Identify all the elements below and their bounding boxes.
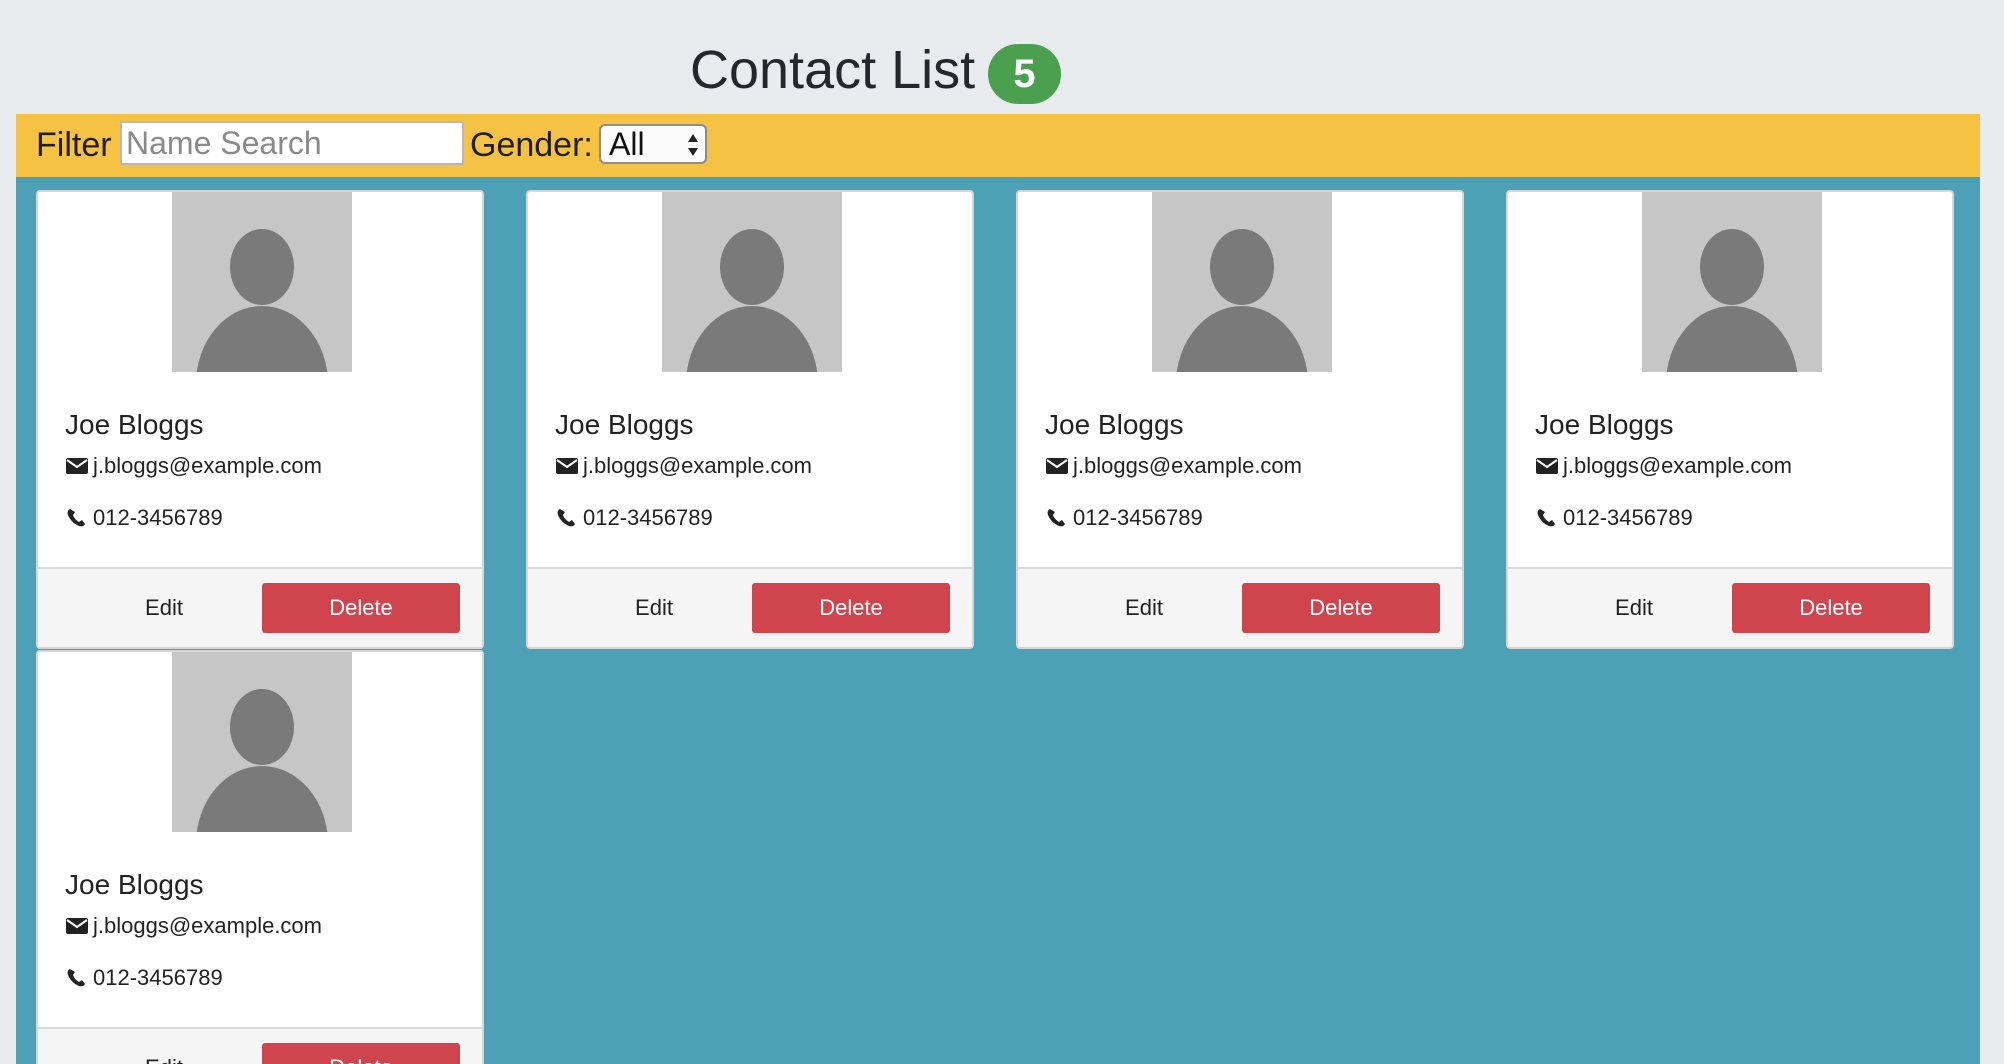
phone-icon [557, 509, 575, 527]
edit-button[interactable]: Edit [1536, 583, 1732, 633]
person-silhouette-icon [1176, 229, 1308, 372]
contact-card: Joe Bloggs j.bloggs@example.com 012-3456… [1016, 190, 1464, 649]
card-footer: Edit Delete [528, 567, 972, 647]
contact-email-text: j.bloggs@example.com [93, 913, 322, 938]
contact-card: Joe Bloggs j.bloggs@example.com 012-3456… [1506, 190, 1954, 649]
card-footer: Edit Delete [38, 567, 482, 647]
delete-button[interactable]: Delete [1732, 583, 1930, 633]
gender-select-value: All [609, 126, 645, 162]
delete-button[interactable]: Delete [262, 1043, 460, 1064]
contact-email: j.bloggs@example.com [65, 911, 322, 941]
edit-button[interactable]: Edit [556, 583, 752, 633]
person-silhouette-icon [196, 229, 328, 372]
avatar [172, 652, 352, 832]
phone-icon [1047, 509, 1065, 527]
contact-name: Joe Bloggs [65, 409, 204, 440]
contact-phone: 012-3456789 [555, 503, 713, 533]
delete-button[interactable]: Delete [752, 583, 950, 633]
person-silhouette-icon [196, 689, 328, 832]
avatar [172, 192, 352, 372]
avatar [1642, 192, 1822, 372]
contact-name: Joe Bloggs [65, 869, 204, 900]
person-silhouette-icon [1666, 229, 1798, 372]
phone-icon [67, 969, 85, 987]
page-header: Contact List 5 [0, 0, 2004, 113]
contact-email: j.bloggs@example.com [555, 451, 812, 481]
envelope-icon [66, 458, 88, 474]
contact-phone-text: 012-3456789 [583, 505, 713, 530]
contact-name: Joe Bloggs [555, 409, 694, 440]
phone-icon [67, 509, 85, 527]
gender-label: Gender: [470, 126, 593, 164]
contact-email: j.bloggs@example.com [1535, 451, 1792, 481]
select-arrows-icon [688, 134, 698, 156]
contact-card: Joe Bloggs j.bloggs@example.com 012-3456… [526, 190, 974, 649]
edit-button[interactable]: Edit [1046, 583, 1242, 633]
delete-button[interactable]: Delete [262, 583, 460, 633]
avatar [662, 192, 842, 372]
gender-select[interactable]: All [599, 124, 707, 164]
envelope-icon [66, 918, 88, 934]
contact-email-text: j.bloggs@example.com [1073, 453, 1302, 478]
edit-button[interactable]: Edit [66, 1043, 262, 1064]
contact-card: Joe Bloggs j.bloggs@example.com 012-3456… [36, 650, 484, 1064]
phone-icon [1537, 509, 1555, 527]
filter-label: Filter [36, 126, 112, 164]
name-search-input[interactable] [120, 121, 464, 165]
card-footer: Edit Delete [1508, 567, 1952, 647]
contact-name: Joe Bloggs [1535, 409, 1674, 440]
envelope-icon [556, 458, 578, 474]
edit-button[interactable]: Edit [66, 583, 262, 633]
contacts-grid: Joe Bloggs j.bloggs@example.com 012-3456… [16, 177, 1980, 1064]
contact-phone-text: 012-3456789 [1073, 505, 1203, 530]
contact-phone: 012-3456789 [1535, 503, 1693, 533]
filter-bar: Filter Gender: All [16, 114, 1980, 177]
avatar [1152, 192, 1332, 372]
contact-phone: 012-3456789 [65, 963, 223, 993]
contact-email-text: j.bloggs@example.com [93, 453, 322, 478]
contact-email: j.bloggs@example.com [65, 451, 322, 481]
contact-phone: 012-3456789 [1045, 503, 1203, 533]
contact-phone-text: 012-3456789 [93, 965, 223, 990]
envelope-icon [1536, 458, 1558, 474]
card-footer: Edit Delete [1018, 567, 1462, 647]
contact-phone-text: 012-3456789 [1563, 505, 1693, 530]
contact-email: j.bloggs@example.com [1045, 451, 1302, 481]
page-title: Contact List [690, 40, 976, 100]
contact-email-text: j.bloggs@example.com [1563, 453, 1792, 478]
contact-card: Joe Bloggs j.bloggs@example.com 012-3456… [36, 190, 484, 649]
contact-email-text: j.bloggs@example.com [583, 453, 812, 478]
envelope-icon [1046, 458, 1068, 474]
card-footer: Edit Delete [38, 1027, 482, 1064]
contact-phone-text: 012-3456789 [93, 505, 223, 530]
contact-name: Joe Bloggs [1045, 409, 1184, 440]
contact-phone: 012-3456789 [65, 503, 223, 533]
person-silhouette-icon [686, 229, 818, 372]
delete-button[interactable]: Delete [1242, 583, 1440, 633]
contact-count-badge: 5 [988, 44, 1061, 104]
